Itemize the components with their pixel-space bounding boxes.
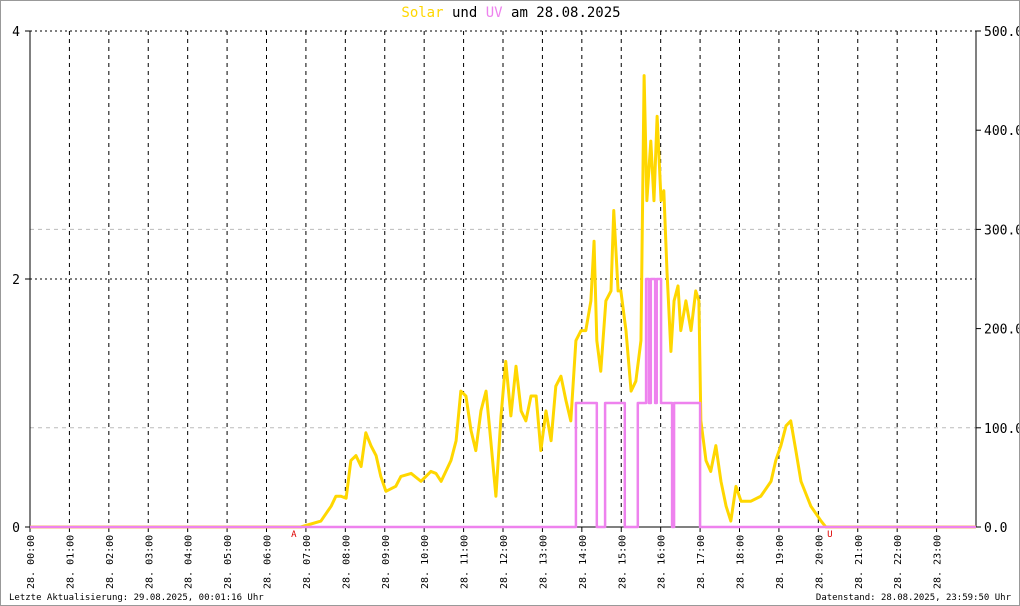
x-tick-label: 28. 02:00 — [105, 535, 116, 589]
x-tick-label: 28. 22:00 — [893, 535, 904, 589]
x-tick-label: 28. 16:00 — [657, 535, 668, 589]
x-tick-label: 28. 20:00 — [814, 535, 825, 589]
right-tick-label: 500.0 — [984, 25, 1020, 40]
x-tick-label: 28. 12:00 — [499, 535, 510, 589]
x-tick-label: 28. 10:00 — [420, 535, 431, 589]
right-tick-label: 0.0 — [984, 521, 1007, 536]
x-tick-label: 28. 05:00 — [223, 535, 234, 589]
x-tick-label: 28. 21:00 — [854, 535, 865, 589]
x-tick-label: 28. 13:00 — [538, 535, 549, 589]
x-tick-label: 28. 17:00 — [696, 535, 707, 589]
left-tick-label: 2 — [12, 273, 20, 288]
x-tick-label: 28. 01:00 — [65, 535, 76, 589]
x-tick-label: 28. 09:00 — [381, 535, 392, 589]
x-tick-label: 28. 23:00 — [933, 535, 944, 589]
x-tick-label: 28. 07:00 — [302, 535, 313, 589]
x-tick-label: 28. 06:00 — [263, 535, 274, 589]
left-tick-label: 4 — [12, 25, 20, 40]
chart-svg: 0.0 100.0 200.0 300.0 400.0 500.0 0 2 4 28. 00:00… — [12, 25, 1020, 589]
x-tick-label: 28. 03:00 — [144, 535, 155, 589]
right-tick-label: 400.0 — [984, 124, 1020, 139]
right-tick-label: 200.0 — [984, 323, 1020, 338]
marker-U: U — [827, 530, 832, 540]
chart-window: Solar und UV am 28.08.2025 0.0 100.0 200.0… — [0, 0, 1020, 606]
data-status: Datenstand: 28.08.2025, 23:59:50 Uhr — [815, 593, 1011, 603]
x-tick-label: 28. 19:00 — [775, 535, 786, 589]
right-tick-label: 300.0 — [984, 223, 1020, 238]
right-tick-label: 100.0 — [984, 422, 1020, 437]
x-tick-label: 28. 11:00 — [460, 535, 471, 589]
x-tick-label: 28. 18:00 — [736, 535, 747, 589]
left-tick-label: 0 — [12, 521, 20, 536]
marker-A: A — [291, 530, 297, 540]
x-tick-label: 28. 08:00 — [341, 535, 352, 589]
x-tick-label: 28. 04:00 — [184, 535, 195, 589]
x-tick-label: 28. 15:00 — [617, 535, 628, 589]
x-tick-label: 28. 14:00 — [578, 535, 589, 589]
last-update: Letzte Aktualisierung: 29.08.2025, 00:01… — [9, 593, 264, 603]
x-tick-label: 28. 00:00 — [26, 535, 37, 589]
